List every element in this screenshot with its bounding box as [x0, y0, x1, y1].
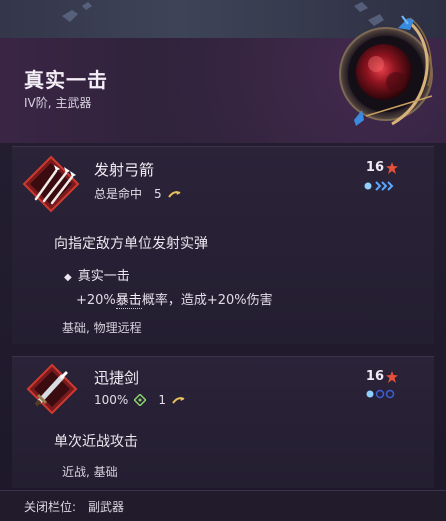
- skill-description: 单次近战攻击: [54, 434, 138, 450]
- crit-keyword-link[interactable]: 暴击: [115, 293, 142, 309]
- skill-name: 迅捷剑: [94, 369, 140, 387]
- range-value: 1: [158, 393, 166, 407]
- accuracy-icon: [134, 394, 147, 406]
- crimson-orb-badge-icon: [339, 15, 433, 126]
- cost-value: 16: [365, 369, 384, 384]
- sword-icon: [26, 363, 78, 415]
- effect-title: 真实一击: [77, 269, 130, 284]
- arrows-icon: [22, 155, 80, 213]
- skill-description: 向指定敌方单位发射实弹: [54, 236, 208, 252]
- skill-tags: 近战, 基础: [62, 465, 118, 479]
- effect-detail-pre: +20%: [76, 293, 116, 308]
- item-subtitle: IV阶, 主武器: [24, 96, 92, 110]
- skill-section-2: 迅捷剑 100% 1 16 单次近战攻击 近战, 基础: [12, 356, 434, 488]
- range-value: 5: [154, 186, 162, 201]
- footer-value: 副武器: [88, 500, 125, 514]
- action-pips: [364, 181, 396, 191]
- effect-bullet: ◆ 真实一击: [64, 265, 130, 284]
- item-title: 真实一击: [24, 68, 108, 92]
- skill-tags: 基础, 物理远程: [62, 321, 142, 335]
- action-pips: [366, 389, 396, 399]
- item-badge: [336, 12, 440, 132]
- skill-icon-frame: [22, 155, 80, 213]
- range-arrow-icon: [172, 397, 185, 404]
- effect-detail-post: 概率，造成+20%伤害: [141, 293, 273, 308]
- skill-icon-frame: [26, 363, 78, 415]
- tooltip-footer: 关闭栏位: 副武器: [0, 490, 446, 521]
- skill-section-1: 发射弓箭 总是命中 5 16 向指定敌方单位发射实弹 ◆ 真实一击 +20%暴击…: [12, 146, 434, 344]
- cost-burst-icon: [386, 370, 398, 383]
- footer-text: 关闭栏位: 副武器: [24, 498, 124, 515]
- skill-stat-line: 总是命中 5: [94, 185, 182, 202]
- action-pip-icon: [364, 181, 394, 191]
- skill-name: 发射弓箭: [94, 161, 155, 179]
- cost-value: 16: [365, 160, 384, 175]
- accuracy-text: 100%: [94, 393, 129, 407]
- footer-label: 关闭栏位:: [24, 500, 77, 514]
- item-tooltip-panel: 真实一击 IV阶, 主武器 发射弓箭 总是命中 5 16 向指定敌方单位发射实弹…: [0, 0, 446, 521]
- effect-detail: +20%暴击概率，造成+20%伤害: [76, 289, 273, 309]
- skill-cost: 16: [366, 369, 398, 384]
- skill-stat-line: 100% 1: [94, 393, 186, 407]
- hit-chance-text: 总是命中: [94, 187, 143, 201]
- diamond-bullet-icon: ◆: [64, 272, 72, 283]
- action-pip-icon: [366, 389, 395, 399]
- range-arrow-icon: [167, 190, 181, 198]
- skill-cost: 16: [366, 160, 398, 175]
- cost-burst-icon: [386, 161, 398, 174]
